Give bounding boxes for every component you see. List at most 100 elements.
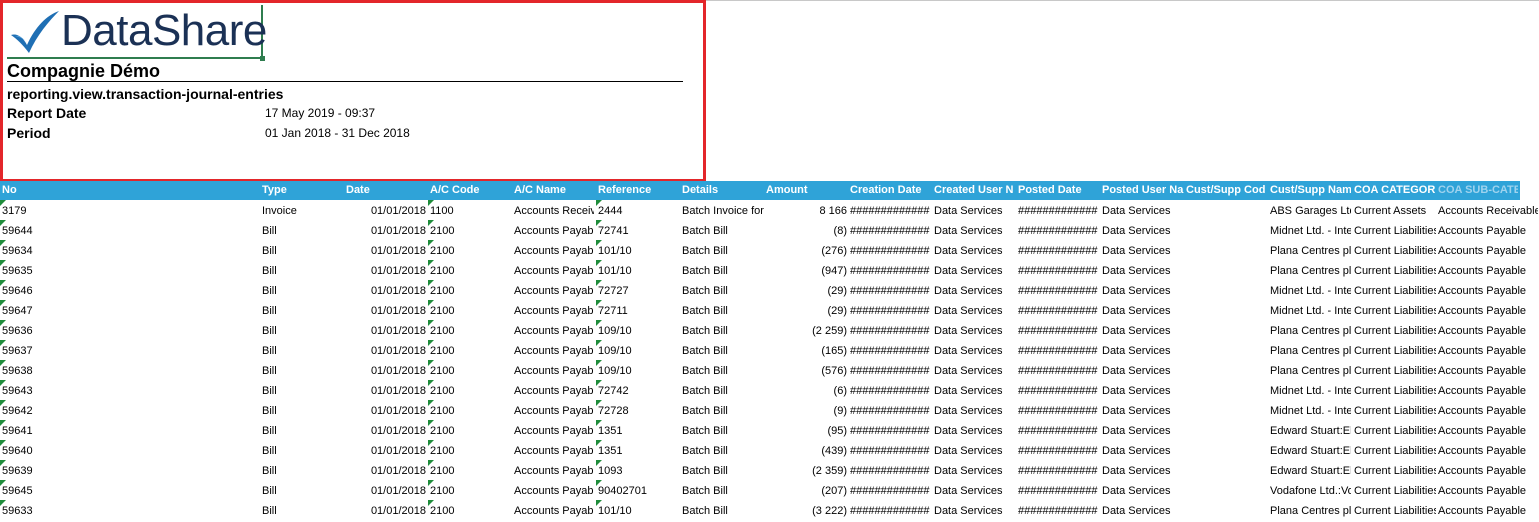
cell-cust-supp-name[interactable]: Plana Centres plc: [1270, 240, 1351, 260]
cell-creation-date[interactable]: #############: [850, 220, 931, 240]
cell-amount[interactable]: (207): [766, 480, 847, 500]
cell-details[interactable]: Batch Invoice for: [682, 200, 764, 220]
cell-reference[interactable]: 72711: [598, 300, 680, 320]
column-header-cust-supp-name[interactable]: Cust/Supp Nam: [1270, 181, 1351, 200]
cell-reference[interactable]: 1351: [598, 440, 680, 460]
cell-coa-sub-category[interactable]: Accounts Payable: [1438, 440, 1538, 460]
cell-reference[interactable]: 72741: [598, 220, 680, 240]
cell-no[interactable]: 59645: [2, 480, 258, 500]
cell-no[interactable]: 59643: [2, 380, 258, 400]
cell-date[interactable]: 01/01/2018: [346, 460, 426, 480]
cell-creation-date[interactable]: #############: [850, 340, 931, 360]
cell-ac-name[interactable]: Accounts Payable: [514, 360, 594, 380]
cell-details[interactable]: Batch Bill: [682, 340, 764, 360]
cell-ac-name[interactable]: Accounts Payable: [514, 380, 594, 400]
cell-cust-supp-code[interactable]: [1186, 340, 1268, 360]
column-header-ac-name[interactable]: A/C Name: [514, 181, 594, 200]
cell-no[interactable]: 59637: [2, 340, 258, 360]
cell-amount[interactable]: (276): [766, 240, 847, 260]
cell-date[interactable]: 01/01/2018: [346, 400, 426, 420]
cell-cust-supp-name[interactable]: ABS Garages Ltd: [1270, 200, 1351, 220]
cell-cust-supp-name[interactable]: Plana Centres plc: [1270, 340, 1351, 360]
cell-ac-code[interactable]: 2100: [430, 260, 512, 280]
cell-coa-category[interactable]: Current Liabilities: [1354, 480, 1436, 500]
cell-type[interactable]: Bill: [262, 280, 344, 300]
cell-details[interactable]: Batch Bill: [682, 500, 764, 520]
table-row[interactable]: 59636 Bill 01/01/2018 2100 Accounts Payable 1…: [0, 320, 1539, 340]
cell-details[interactable]: Batch Bill: [682, 300, 764, 320]
cell-date[interactable]: 01/01/2018: [346, 440, 426, 460]
cell-ac-name[interactable]: Accounts Payable: [514, 240, 594, 260]
cell-details[interactable]: Batch Bill: [682, 220, 764, 240]
table-row[interactable]: 59644 Bill 01/01/2018 2100 Accounts Payable 7…: [0, 220, 1539, 240]
cell-created-user[interactable]: Data Services: [934, 380, 1016, 400]
cell-creation-date[interactable]: #############: [850, 200, 931, 220]
table-row[interactable]: 59645 Bill 01/01/2018 2100 Accounts Payable 9…: [0, 480, 1539, 500]
table-row[interactable]: 59641 Bill 01/01/2018 2100 Accounts Payable 1…: [0, 420, 1539, 440]
cell-details[interactable]: Batch Bill: [682, 460, 764, 480]
cell-cust-supp-code[interactable]: [1186, 440, 1268, 460]
cell-cust-supp-code[interactable]: [1186, 320, 1268, 340]
cell-details[interactable]: Batch Bill: [682, 320, 764, 340]
table-row[interactable]: 59646 Bill 01/01/2018 2100 Accounts Payable 7…: [0, 280, 1539, 300]
table-row[interactable]: 59635 Bill 01/01/2018 2100 Accounts Payable 1…: [0, 260, 1539, 280]
cell-no[interactable]: 3179: [2, 200, 258, 220]
datashare-logo[interactable]: DataShare: [7, 5, 267, 61]
cell-posted-user[interactable]: Data Services: [1102, 400, 1184, 420]
cell-coa-category[interactable]: Current Liabilities: [1354, 260, 1436, 280]
cell-creation-date[interactable]: #############: [850, 500, 931, 520]
cell-posted-user[interactable]: Data Services: [1102, 280, 1184, 300]
cell-ac-name[interactable]: Accounts Payable: [514, 220, 594, 240]
cell-posted-date[interactable]: #############: [1018, 240, 1100, 260]
cell-reference[interactable]: 72728: [598, 400, 680, 420]
cell-coa-category[interactable]: Current Liabilities: [1354, 300, 1436, 320]
column-header-details[interactable]: Details: [682, 181, 764, 200]
column-header-coa-sub-category[interactable]: COA SUB-CATEGORY: [1438, 181, 1518, 200]
cell-details[interactable]: Batch Bill: [682, 400, 764, 420]
cell-posted-user[interactable]: Data Services: [1102, 340, 1184, 360]
cell-created-user[interactable]: Data Services: [934, 320, 1016, 340]
cell-reference[interactable]: 109/10: [598, 360, 680, 380]
cell-ac-name[interactable]: Accounts Payable: [514, 500, 594, 520]
cell-amount[interactable]: (576): [766, 360, 847, 380]
cell-creation-date[interactable]: #############: [850, 240, 931, 260]
cell-ac-name[interactable]: Accounts Payable: [514, 440, 594, 460]
cell-date[interactable]: 01/01/2018: [346, 320, 426, 340]
cell-coa-category[interactable]: Current Assets: [1354, 200, 1436, 220]
cell-details[interactable]: Batch Bill: [682, 280, 764, 300]
cell-created-user[interactable]: Data Services: [934, 480, 1016, 500]
cell-amount[interactable]: (6): [766, 380, 847, 400]
cell-ac-code[interactable]: 2100: [430, 360, 512, 380]
cell-reference[interactable]: 72742: [598, 380, 680, 400]
cell-coa-category[interactable]: Current Liabilities: [1354, 420, 1436, 440]
cell-ac-code[interactable]: 2100: [430, 480, 512, 500]
cell-ac-code[interactable]: 2100: [430, 320, 512, 340]
cell-posted-date[interactable]: #############: [1018, 320, 1100, 340]
cell-coa-category[interactable]: Current Liabilities: [1354, 340, 1436, 360]
cell-date[interactable]: 01/01/2018: [346, 260, 426, 280]
cell-creation-date[interactable]: #############: [850, 480, 931, 500]
cell-type[interactable]: Bill: [262, 220, 344, 240]
cell-amount[interactable]: (2 359): [766, 460, 847, 480]
cell-cust-supp-name[interactable]: Edward Stuart:Electric: [1270, 420, 1351, 440]
cell-coa-sub-category[interactable]: Accounts Payable: [1438, 220, 1538, 240]
cell-created-user[interactable]: Data Services: [934, 340, 1016, 360]
cell-details[interactable]: Batch Bill: [682, 440, 764, 460]
cell-coa-sub-category[interactable]: Accounts Payable: [1438, 360, 1538, 380]
column-header-posted-date[interactable]: Posted Date: [1018, 181, 1100, 200]
cell-posted-user[interactable]: Data Services: [1102, 200, 1184, 220]
table-row[interactable]: 59633 Bill 01/01/2018 2100 Accounts Payable 1…: [0, 500, 1539, 520]
cell-coa-sub-category[interactable]: Accounts Payable: [1438, 260, 1538, 280]
cell-creation-date[interactable]: #############: [850, 360, 931, 380]
cell-posted-user[interactable]: Data Services: [1102, 500, 1184, 520]
cell-creation-date[interactable]: #############: [850, 320, 931, 340]
cell-ac-code[interactable]: 2100: [430, 420, 512, 440]
cell-amount[interactable]: (29): [766, 280, 847, 300]
cell-coa-sub-category[interactable]: Accounts Payable: [1438, 280, 1538, 300]
cell-no[interactable]: 59638: [2, 360, 258, 380]
cell-cust-supp-code[interactable]: [1186, 300, 1268, 320]
cell-posted-date[interactable]: #############: [1018, 220, 1100, 240]
cell-details[interactable]: Batch Bill: [682, 360, 764, 380]
cell-amount[interactable]: (439): [766, 440, 847, 460]
cell-reference[interactable]: 101/10: [598, 260, 680, 280]
